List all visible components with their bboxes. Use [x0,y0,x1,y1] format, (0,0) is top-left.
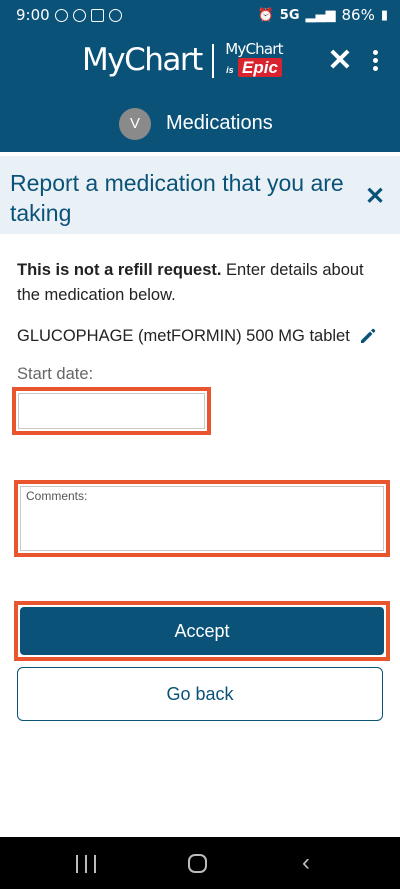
status-bar: 9:00 ⏰ 5G ▂▄▆ 86% ▮ [0,0,400,30]
accept-button[interactable]: Accept [20,607,384,655]
section-title: Medications [166,112,273,134]
recents-icon[interactable] [76,855,96,873]
image-icon [90,8,104,22]
epic-logo: MyChart is Epic [222,40,286,78]
logo-divider [212,44,214,78]
epic-logo-is: is [226,65,234,75]
status-time: 9:00 [16,6,50,24]
home-icon[interactable] [188,854,207,873]
notification-icon [54,8,68,22]
comments-field[interactable]: Comments: [20,486,384,551]
sync-icon [72,8,86,22]
avatar[interactable]: V [119,108,151,140]
report-banner: Report a medication that you are taking … [0,152,400,234]
app-icon [108,8,122,22]
alarm-icon: ⏰ [257,7,274,23]
start-date-label: Start date: [17,365,94,383]
app-header: MyChart MyChart is Epic ✕ V Medications [0,30,400,152]
comments-label: Comments: [26,489,88,503]
signal-icon: ▂▄▆ [305,7,336,23]
comments-input[interactable] [25,507,379,547]
close-icon[interactable]: ✕ [325,46,355,76]
notice-text: This is not a refill request. Enter deta… [17,258,377,308]
epic-logo-epic: Epic [238,58,282,77]
start-date-input[interactable] [18,393,205,429]
mychart-logo: MyChart [82,42,203,78]
battery-icon: ▮ [380,7,388,23]
medication-row: GLUCOPHAGE (metFORMIN) 500 MG tablet [17,326,378,346]
back-icon[interactable]: ‹ [302,851,310,875]
network-label: 5G [279,7,300,23]
status-right: ⏰ 5G ▂▄▆ 86% ▮ [258,6,388,24]
page-title: Report a medication that you are taking [10,170,344,226]
system-nav-bar: ‹ [0,837,400,889]
report-close-icon[interactable]: ✕ [362,184,388,210]
status-left: 9:00 [16,6,122,24]
medication-name: GLUCOPHAGE (metFORMIN) 500 MG tablet [17,326,350,345]
go-back-button[interactable]: Go back [17,667,383,721]
epic-logo-mychart: MyChart [225,40,283,58]
more-vertical-icon[interactable] [366,48,384,76]
battery-level: 86% [341,6,375,24]
pencil-icon[interactable] [358,326,378,346]
notice-bold: This is not a refill request. [17,261,222,279]
